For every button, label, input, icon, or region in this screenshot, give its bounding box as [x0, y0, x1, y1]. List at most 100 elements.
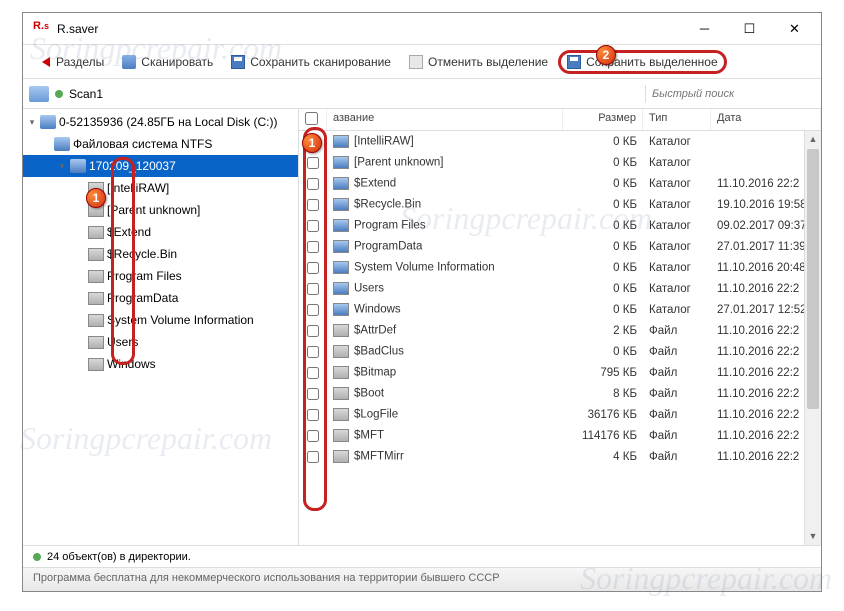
- file-icon: [333, 408, 349, 421]
- file-row[interactable]: Program Files0 КБКаталог09.02.2017 09:37: [299, 215, 821, 236]
- file-type: Файл: [643, 388, 711, 400]
- row-checkbox[interactable]: [307, 388, 319, 400]
- row-checkbox[interactable]: [307, 346, 319, 358]
- file-row[interactable]: $MFT114176 КБФайл11.10.2016 22:2: [299, 425, 821, 446]
- maximize-button[interactable]: ☐: [727, 14, 772, 44]
- folder-icon: [333, 303, 349, 316]
- file-row[interactable]: $BadClus0 КБФайл11.10.2016 22:2: [299, 341, 821, 362]
- back-button[interactable]: Разделы: [29, 51, 112, 73]
- file-type: Каталог: [643, 157, 711, 169]
- file-name: $MFT: [354, 430, 384, 442]
- file-type: Файл: [643, 325, 711, 337]
- tree-fs[interactable]: Файловая система NTFS: [23, 133, 298, 155]
- file-icon: [333, 429, 349, 442]
- file-row[interactable]: Windows0 КБКаталог27.01.2017 12:52: [299, 299, 821, 320]
- scrollbar[interactable]: ▲ ▼: [804, 131, 821, 545]
- tree-item-label: System Volume Information: [107, 313, 254, 327]
- select-all-checkbox[interactable]: [305, 112, 318, 125]
- tree-item[interactable]: $Recycle.Bin: [23, 243, 298, 265]
- row-checkbox[interactable]: [307, 304, 319, 316]
- save-selected-button[interactable]: Сохранить выделенное: [558, 50, 727, 74]
- folder-icon: [70, 159, 86, 173]
- tree-item[interactable]: $Extend: [23, 221, 298, 243]
- row-checkbox[interactable]: [307, 262, 319, 274]
- annotation-callout-2: 2: [596, 45, 616, 65]
- folder-icon: [88, 226, 104, 239]
- size-column[interactable]: Размер: [563, 109, 643, 130]
- checkbox-column[interactable]: [299, 109, 327, 130]
- file-row[interactable]: $LogFile36176 КБФайл11.10.2016 22:2: [299, 404, 821, 425]
- tree-scan-selected[interactable]: ▾170209_120037: [23, 155, 298, 177]
- file-name: $MFTMirr: [354, 451, 404, 463]
- row-checkbox[interactable]: [307, 157, 319, 169]
- folder-icon: [88, 336, 104, 349]
- collapse-icon[interactable]: ▾: [57, 161, 67, 172]
- tree-item[interactable]: Windows: [23, 353, 298, 375]
- file-type: Каталог: [643, 304, 711, 316]
- tree-item[interactable]: [IntelliRAW]: [23, 177, 298, 199]
- row-checkbox[interactable]: [307, 451, 319, 463]
- status-text: 24 объект(ов) в директории.: [47, 551, 191, 563]
- row-checkbox[interactable]: [307, 367, 319, 379]
- tree-item[interactable]: Program Files: [23, 265, 298, 287]
- tree-root[interactable]: ▾0-52135936 (24.85ГБ на Local Disk (C:)): [23, 111, 298, 133]
- file-row[interactable]: [Parent unknown]0 КБКаталог: [299, 152, 821, 173]
- row-checkbox[interactable]: [307, 199, 319, 211]
- row-checkbox[interactable]: [307, 325, 319, 337]
- file-row[interactable]: $Extend0 КБКаталог11.10.2016 22:2: [299, 173, 821, 194]
- save-scan-button[interactable]: Сохранить сканирование: [223, 51, 399, 73]
- file-type: Файл: [643, 367, 711, 379]
- row-checkbox[interactable]: [307, 220, 319, 232]
- folder-icon: [333, 198, 349, 211]
- file-row[interactable]: System Volume Information0 КБКаталог11.1…: [299, 257, 821, 278]
- tree-item[interactable]: System Volume Information: [23, 309, 298, 331]
- footer-text: Программа бесплатна для некоммерческого …: [23, 567, 821, 591]
- row-checkbox[interactable]: [307, 283, 319, 295]
- tree-item[interactable]: ProgramData: [23, 287, 298, 309]
- file-type: Каталог: [643, 199, 711, 211]
- type-column[interactable]: Тип: [643, 109, 711, 130]
- main-area: ▾0-52135936 (24.85ГБ на Local Disk (C:))…: [23, 109, 821, 545]
- name-column[interactable]: азвание: [327, 109, 563, 130]
- row-checkbox[interactable]: [307, 241, 319, 253]
- scroll-down-icon[interactable]: ▼: [805, 528, 821, 545]
- file-size: 36176 КБ: [563, 409, 643, 421]
- file-size: 0 КБ: [563, 199, 643, 211]
- file-row[interactable]: $MFTMirr4 КБФайл11.10.2016 22:2: [299, 446, 821, 467]
- scroll-up-icon[interactable]: ▲: [805, 131, 821, 148]
- row-checkbox[interactable]: [307, 409, 319, 421]
- scroll-thumb[interactable]: [807, 149, 819, 409]
- file-icon: [333, 324, 349, 337]
- tree-item[interactable]: Users: [23, 331, 298, 353]
- file-size: 8 КБ: [563, 388, 643, 400]
- file-row[interactable]: $Boot8 КБФайл11.10.2016 22:2: [299, 383, 821, 404]
- scan-button[interactable]: Сканировать: [114, 51, 221, 73]
- file-row[interactable]: ProgramData0 КБКаталог27.01.2017 11:39: [299, 236, 821, 257]
- date-column[interactable]: Дата: [711, 109, 821, 130]
- row-checkbox[interactable]: [307, 178, 319, 190]
- minimize-button[interactable]: ─: [682, 14, 727, 44]
- file-name: [IntelliRAW]: [354, 136, 414, 148]
- file-row[interactable]: [IntelliRAW]0 КБКаталог: [299, 131, 821, 152]
- file-type: Файл: [643, 409, 711, 421]
- tree-item-label: Users: [107, 335, 138, 349]
- file-row[interactable]: $Bitmap795 КБФайл11.10.2016 22:2: [299, 362, 821, 383]
- file-list: азвание Размер Тип Дата [IntelliRAW] 0 КБ…: [299, 109, 821, 545]
- deselect-button[interactable]: Отменить выделение: [401, 51, 556, 73]
- search-input[interactable]: [645, 85, 815, 103]
- folder-icon: [333, 135, 349, 148]
- file-row[interactable]: $AttrDef2 КБФайл11.10.2016 22:2: [299, 320, 821, 341]
- file-name: $LogFile: [354, 409, 398, 421]
- tree-item-label: $Extend: [107, 225, 151, 239]
- row-checkbox[interactable]: [307, 430, 319, 442]
- file-size: 0 КБ: [563, 136, 643, 148]
- tree-item-label: Program Files: [107, 269, 182, 283]
- collapse-icon[interactable]: ▾: [27, 117, 37, 128]
- file-size: 795 КБ: [563, 367, 643, 379]
- tree-item-label: $Recycle.Bin: [107, 247, 177, 261]
- tree-item[interactable]: [Parent unknown]: [23, 199, 298, 221]
- file-row[interactable]: Users0 КБКаталог11.10.2016 22:2: [299, 278, 821, 299]
- close-button[interactable]: ✕: [772, 14, 817, 44]
- file-row[interactable]: $Recycle.Bin0 КБКаталог19.10.2016 19:58: [299, 194, 821, 215]
- file-size: 0 КБ: [563, 178, 643, 190]
